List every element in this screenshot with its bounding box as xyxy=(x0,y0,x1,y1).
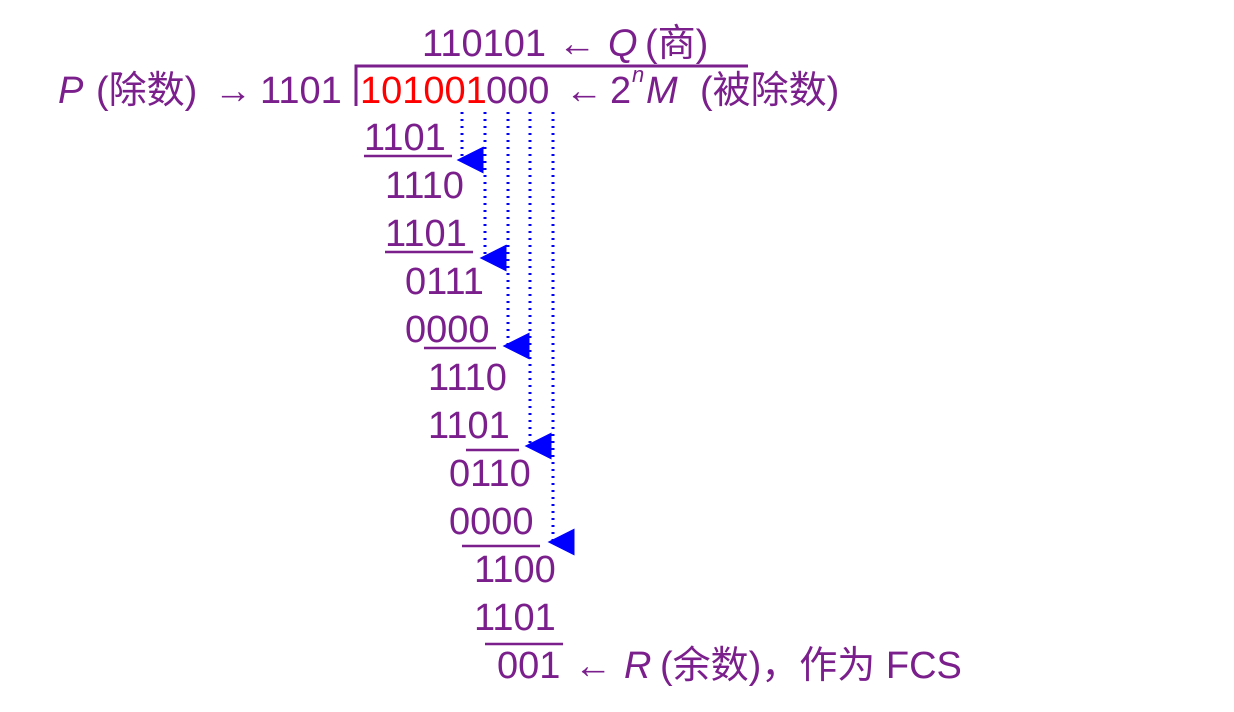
divisor-label: (除数) xyxy=(96,70,197,112)
dividend-coefficient: 2 xyxy=(610,70,631,112)
dividend-arrow: ← xyxy=(565,70,603,112)
dividend-exponent: n xyxy=(632,62,644,87)
crc-long-division-diagram: 110101 ← Q (商) P (除数) → 1101 101001 000 … xyxy=(58,23,962,687)
division-steps: 1101 1110 1101 0111 0000 1110 1101 0110 … xyxy=(364,117,560,687)
remainder-annotation: ← R (余数)，作为 FCS xyxy=(574,645,962,687)
divisor-symbol: P xyxy=(58,70,84,112)
quotient-value: 110101 xyxy=(422,23,546,65)
step-row: 1101 xyxy=(428,405,510,447)
step-row: 0110 xyxy=(449,453,531,495)
step-row: 0000 xyxy=(405,309,490,351)
remainder-symbol: R xyxy=(624,645,651,687)
step-row: 1100 xyxy=(474,549,556,591)
divisor-arrow: → xyxy=(214,70,252,112)
dividend-highlighted-bits: 101001 xyxy=(360,70,487,112)
dividend-symbol: M xyxy=(646,70,678,112)
remainder-arrow: ← xyxy=(574,645,612,687)
quotient-symbol: Q xyxy=(608,23,638,65)
step-row: 1110 xyxy=(385,165,464,207)
remainder-value: 001 xyxy=(497,645,560,687)
step-row: 0111 xyxy=(405,261,484,303)
step-row: 1101 xyxy=(474,597,556,639)
dividend-appended-zeros: 000 xyxy=(486,70,549,112)
remainder-label: (余数)，作为 FCS xyxy=(660,645,962,687)
step-row: 1110 xyxy=(428,357,507,399)
divisor-value: 1101 xyxy=(260,70,342,112)
quotient-arrow: ← xyxy=(558,23,596,65)
quotient-label: (商) xyxy=(645,23,708,65)
dividend-label: (被除数) xyxy=(700,70,839,112)
quotient-row: 110101 ← Q (商) xyxy=(422,23,708,65)
step-row: 1101 xyxy=(385,213,467,255)
divisor-row: P (除数) → 1101 xyxy=(58,70,342,112)
step-row: 1101 xyxy=(364,117,446,159)
dividend-row: 101001 000 ← 2 n M (被除数) xyxy=(360,62,839,112)
step-row: 0000 xyxy=(449,501,534,543)
